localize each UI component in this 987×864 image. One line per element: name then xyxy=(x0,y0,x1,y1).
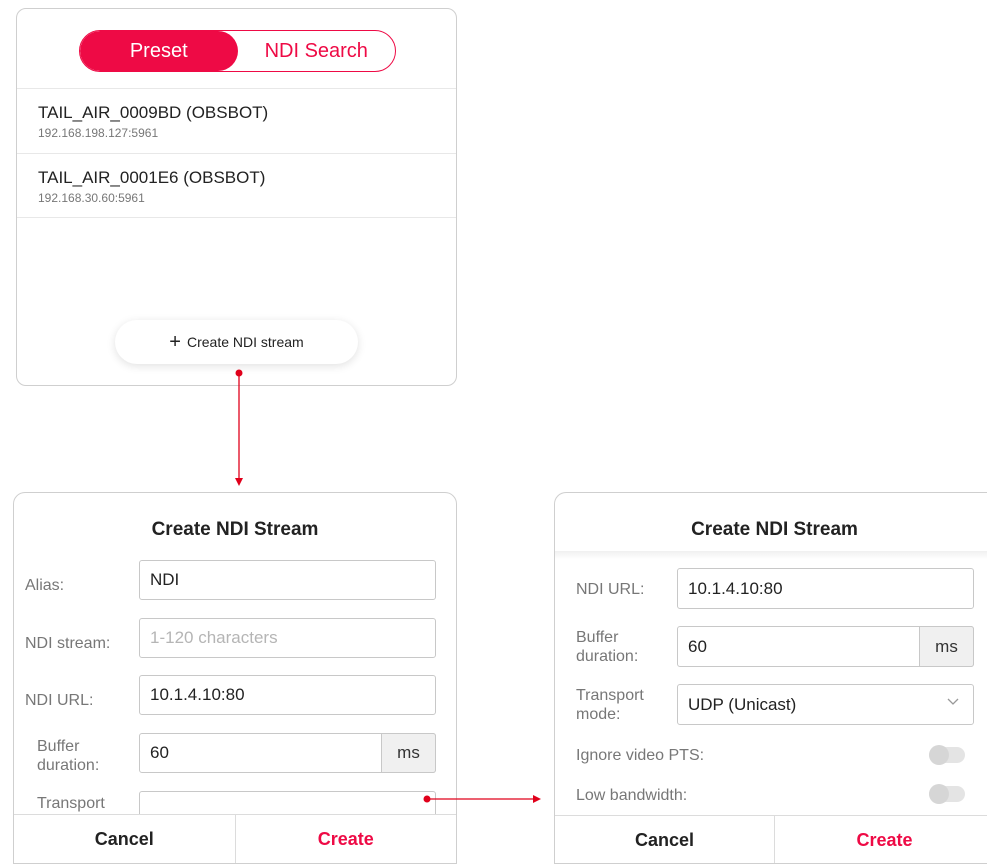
device-item[interactable]: TAIL_AIR_0001E6 (OBSBOT) 192.168.30.60:5… xyxy=(17,153,456,218)
device-address: 192.168.198.127:5961 xyxy=(38,126,159,140)
cancel-button[interactable]: Cancel xyxy=(14,815,236,863)
transport-mode-label: Transport mode: xyxy=(576,686,644,724)
buffer-duration-label: Buffer duration: xyxy=(576,628,638,666)
low-bandwidth-toggle[interactable] xyxy=(929,784,965,804)
arrow-to-dialog xyxy=(235,369,243,486)
toggle-knob xyxy=(929,745,949,765)
tab-preset[interactable]: Preset xyxy=(80,31,238,71)
cancel-button[interactable]: Cancel xyxy=(555,816,775,863)
ndi-url-input[interactable]: 10.1.4.10:80 xyxy=(139,675,436,715)
dialog-footer: Cancel Create xyxy=(555,815,987,863)
ndi-stream-label: NDI stream: xyxy=(25,635,111,652)
ndi-url-label: NDI URL: xyxy=(25,692,94,709)
buffer-label-line1: Buffer xyxy=(37,738,80,755)
dialog-title: Create NDI Stream xyxy=(691,519,858,540)
plus-icon: + xyxy=(169,331,181,353)
tab-ndi-search[interactable]: NDI Search xyxy=(238,31,396,71)
buffer-label-line1: Buffer xyxy=(576,629,619,646)
create-button[interactable]: Create xyxy=(236,815,457,863)
transport-label-line2: mode: xyxy=(576,706,621,723)
ndi-url-label: NDI URL: xyxy=(576,581,645,598)
toggle-knob xyxy=(929,784,949,804)
low-bandwidth-label: Low bandwidth: xyxy=(576,787,688,804)
buffer-label-line2: duration: xyxy=(37,757,100,774)
device-list: TAIL_AIR_0009BD (OBSBOT) 192.168.198.127… xyxy=(17,88,456,218)
header-divider xyxy=(555,551,987,559)
alias-label: Alias: xyxy=(25,577,65,594)
chevron-down-icon xyxy=(947,698,959,705)
buffer-unit: ms xyxy=(381,733,436,773)
create-ndi-stream-button[interactable]: + Create NDI stream xyxy=(115,320,358,364)
buffer-duration-value: 60 xyxy=(150,743,169,762)
dialog-footer: Cancel Create xyxy=(14,814,457,863)
ndi-url-input[interactable]: 10.1.4.10:80 xyxy=(677,568,974,609)
create-ndi-stream-label: Create NDI stream xyxy=(186,334,304,350)
transport-mode-value: UDP (Unicast) xyxy=(688,694,797,714)
ndi-stream-input[interactable]: 1-120 characters xyxy=(139,618,436,658)
dialog-title: Create NDI Stream xyxy=(151,519,319,540)
device-address: 192.168.30.60:5961 xyxy=(38,191,145,205)
ignore-video-pts-toggle[interactable] xyxy=(929,745,965,765)
device-item[interactable]: TAIL_AIR_0009BD (OBSBOT) 192.168.198.127… xyxy=(17,88,456,153)
buffer-duration-label: Buffer duration: xyxy=(37,737,99,775)
buffer-duration-value: 60 xyxy=(688,636,707,656)
device-name: TAIL_AIR_0009BD (OBSBOT) xyxy=(38,103,269,122)
buffer-label-line2: duration: xyxy=(576,648,639,665)
source-tab-switch: Preset NDI Search xyxy=(79,30,396,72)
create-ndi-dialog-scrolled: Create NDI Stream NDI URL: 10.1.4.10:80 … xyxy=(554,492,987,864)
ndi-source-panel: Preset NDI Search TAIL_AIR_0009BD (OBSBO… xyxy=(16,8,457,386)
buffer-duration-input[interactable]: 60 ms xyxy=(677,626,974,667)
transport-mode-label: Transport xyxy=(37,795,105,812)
device-name: TAIL_AIR_0001E6 (OBSBOT) xyxy=(38,168,266,187)
buffer-unit: ms xyxy=(919,626,974,667)
ignore-video-pts-label: Ignore video PTS: xyxy=(576,747,705,764)
create-button[interactable]: Create xyxy=(775,816,987,863)
create-ndi-dialog: Create NDI Stream Alias: NDI NDI stream:… xyxy=(13,492,457,864)
buffer-duration-input[interactable]: 60 ms xyxy=(139,733,436,773)
alias-input[interactable]: NDI xyxy=(139,560,436,600)
transport-label-line1: Transport xyxy=(576,687,644,704)
transport-mode-select[interactable]: UDP (Unicast) xyxy=(677,684,974,725)
